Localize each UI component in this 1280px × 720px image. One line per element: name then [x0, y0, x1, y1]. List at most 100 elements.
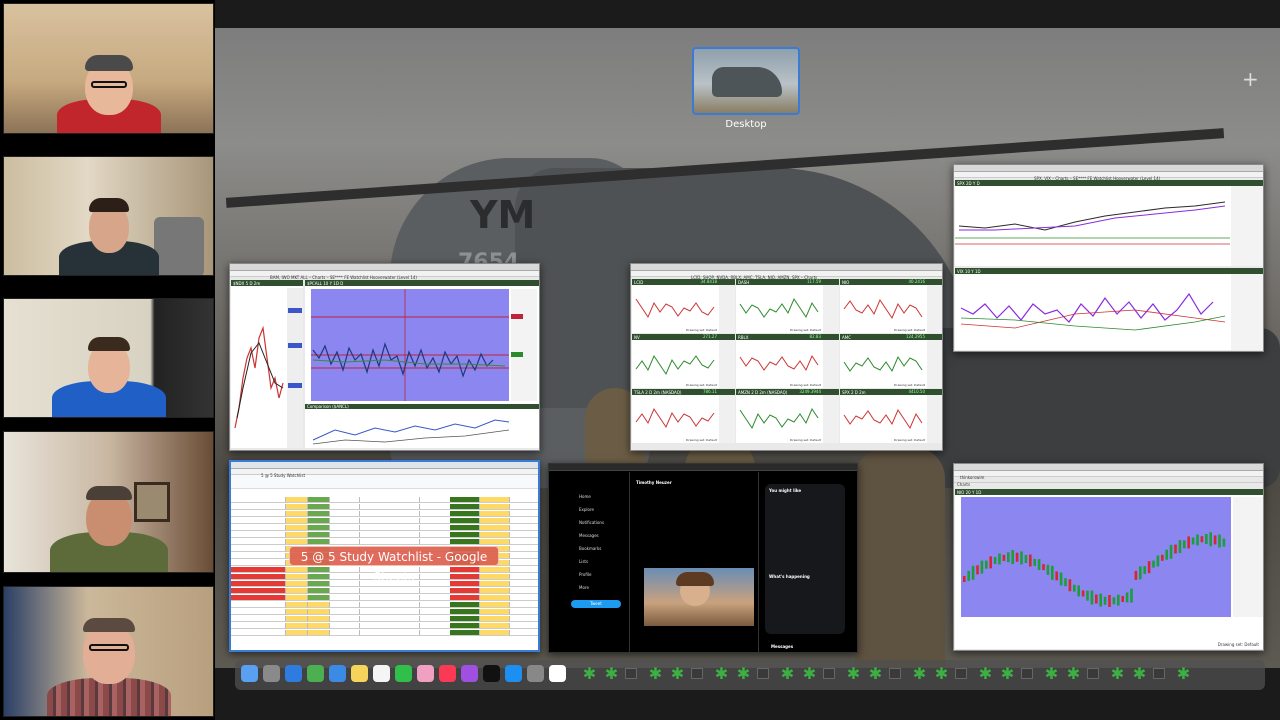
twitter-nav-explore[interactable]: Explore [579, 507, 594, 512]
sheet-cell[interactable] [450, 574, 480, 580]
minimized-window-icon[interactable] [757, 668, 769, 679]
sheet-cell[interactable] [308, 539, 330, 545]
sheet-cell[interactable] [231, 518, 286, 524]
sheet-cell[interactable] [330, 602, 360, 608]
twitter-nav-home[interactable]: Home [579, 494, 591, 499]
sheet-cell[interactable] [286, 518, 308, 524]
sheet-cell[interactable] [231, 553, 286, 559]
sheet-cell[interactable] [480, 497, 510, 503]
sheet-cell[interactable] [480, 539, 510, 545]
browser-tabbar[interactable]: 5 @ 5 Study Watchlist [231, 462, 538, 478]
sheet-cell[interactable] [231, 560, 286, 566]
sheet-cell[interactable] [231, 497, 286, 503]
sheet-cell[interactable] [308, 609, 330, 615]
sheet-cell[interactable] [360, 504, 420, 510]
sheet-cell[interactable] [308, 623, 330, 629]
sheet-cell[interactable] [480, 602, 510, 608]
sheet-cell[interactable] [360, 511, 420, 517]
sheet-cell[interactable] [510, 567, 538, 573]
leaf-app-icon[interactable]: ✱ [713, 665, 730, 682]
sheet-cell[interactable] [231, 511, 286, 517]
minimized-window-icon[interactable] [1087, 668, 1099, 679]
sheet-cell[interactable] [330, 581, 360, 587]
sheet-cell[interactable] [360, 595, 420, 601]
sheet-cell[interactable] [450, 539, 480, 545]
twitter-nav-bookmarks[interactable]: Bookmarks [579, 546, 601, 551]
sheet-cell[interactable] [231, 525, 286, 531]
sheet-cell[interactable] [286, 602, 308, 608]
minimized-window-icon[interactable] [625, 668, 637, 679]
sheet-cell[interactable] [231, 504, 286, 510]
twitter-timeline[interactable]: Timothy Neuzer [629, 472, 759, 652]
podcasts-icon[interactable] [461, 665, 478, 682]
leaf-app-icon[interactable]: ✱ [1175, 665, 1192, 682]
sheet-cell[interactable] [360, 602, 420, 608]
bam-main-pane[interactable]: $PCALL 10 Y 1D D Comparison ($ANCL) [305, 280, 539, 448]
sheet-cell[interactable] [360, 630, 420, 636]
sheet-cell[interactable] [450, 595, 480, 601]
sheet-cell[interactable] [308, 504, 330, 510]
sheet-cell[interactable] [360, 525, 420, 531]
leaf-app-icon[interactable]: ✱ [779, 665, 796, 682]
leaf-app-icon[interactable]: ✱ [867, 665, 884, 682]
window-titlebar[interactable]: LCID, SHOP, NVDA, RBLX, AMC, TSLA, NIO, … [631, 264, 942, 280]
sheet-cell[interactable] [231, 581, 286, 587]
minimized-window-icon[interactable] [955, 668, 967, 679]
leaf-app-icon[interactable]: ✱ [977, 665, 994, 682]
participant-tile-5[interactable] [3, 586, 214, 717]
participant-tile-4[interactable] [3, 431, 214, 573]
sheet-cell[interactable] [510, 511, 538, 517]
leaf-app-icon[interactable]: ✱ [1109, 665, 1126, 682]
sheet-cell[interactable] [308, 581, 330, 587]
sheet-cell[interactable] [480, 630, 510, 636]
sheet-cell[interactable] [510, 518, 538, 524]
window-titlebar[interactable]: BAM, IWO MKT ALL – Charts – SE**** FE Wa… [230, 264, 539, 280]
sheet-cell[interactable] [308, 518, 330, 524]
tv-icon[interactable] [483, 665, 500, 682]
leaf-app-icon[interactable]: ✱ [581, 665, 598, 682]
participant-tile-3[interactable] [3, 298, 214, 418]
window-title-label[interactable]: 5 @ 5 Study Watchlist - Google Sheets [289, 546, 499, 584]
messages-drawer[interactable]: Messages [771, 644, 793, 649]
sheet-cell[interactable] [330, 616, 360, 622]
sheet-cell[interactable] [480, 616, 510, 622]
sheet-cell[interactable] [286, 623, 308, 629]
sheet-cell[interactable] [510, 574, 538, 580]
sheet-cell[interactable] [286, 581, 308, 587]
sheet-cell[interactable] [510, 504, 538, 510]
sheet-cell[interactable] [308, 616, 330, 622]
sheet-cell[interactable] [450, 525, 480, 531]
sheet-cell[interactable] [330, 623, 360, 629]
sheet-cell[interactable] [330, 511, 360, 517]
sheet-cell[interactable] [510, 588, 538, 594]
sheet-cell[interactable] [308, 525, 330, 531]
sheet-cell[interactable] [510, 581, 538, 587]
sheet-cell[interactable] [231, 609, 286, 615]
leaf-app-icon[interactable]: ✱ [999, 665, 1016, 682]
chart-pane-amc[interactable]: AMC 124.2955 Drawing set: Default [840, 334, 942, 388]
sheet-cell[interactable] [308, 630, 330, 636]
minimized-window-icon[interactable] [823, 668, 835, 679]
sheet-cell[interactable] [231, 546, 286, 552]
sheet-cell[interactable] [330, 630, 360, 636]
sheet-cell[interactable] [330, 574, 360, 580]
sheet-cell[interactable] [450, 497, 480, 503]
sheet-cell[interactable] [480, 525, 510, 531]
sheet-cell[interactable] [330, 518, 360, 524]
sheet-cell[interactable] [330, 532, 360, 538]
sheet-cell[interactable] [450, 623, 480, 629]
sheet-cell[interactable] [480, 623, 510, 629]
finder-icon[interactable] [241, 665, 258, 682]
sheet-cell[interactable] [360, 588, 420, 594]
sheet-cell[interactable] [510, 525, 538, 531]
sheet-cell[interactable] [480, 518, 510, 524]
leaf-app-icon[interactable]: ✱ [1131, 665, 1148, 682]
window-multi-charts[interactable]: LCID, SHOP, NVDA, RBLX, AMC, TSLA, NIO, … [630, 263, 943, 451]
minimized-window-icon[interactable] [1153, 668, 1165, 679]
chart-pane-tsla[interactable]: TSLA 2 D 2m (NASDAQ) 786.11 Drawing set: D… [632, 389, 735, 443]
participant-tile-2[interactable] [3, 156, 214, 276]
sheet-cell[interactable] [510, 546, 538, 552]
sheet-cell[interactable] [360, 623, 420, 629]
leaf-app-icon[interactable]: ✱ [933, 665, 950, 682]
sheet-cell[interactable] [308, 588, 330, 594]
